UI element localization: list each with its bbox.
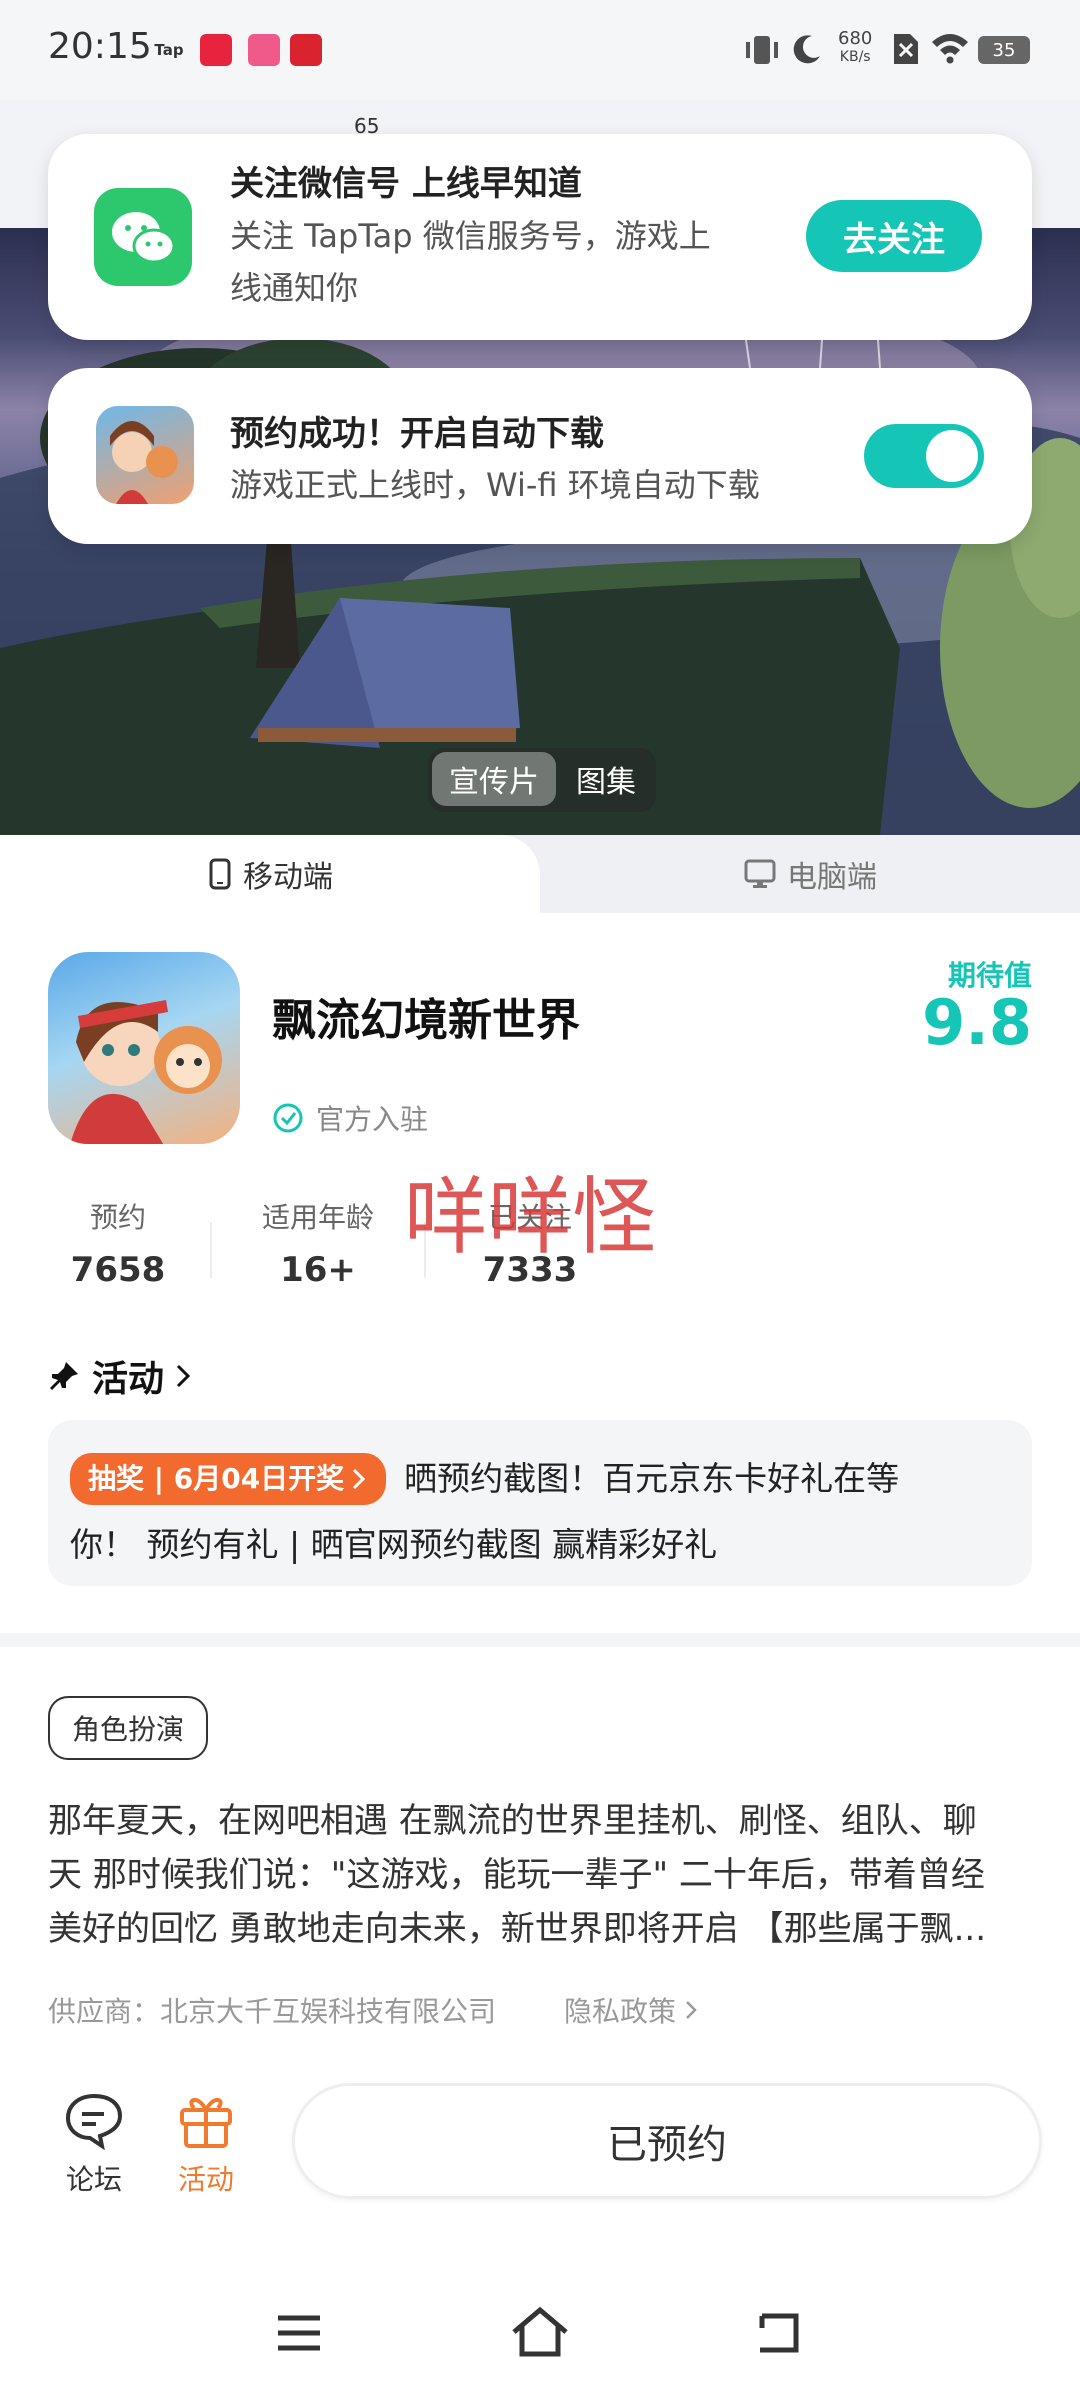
stat-label: 适用年龄 <box>261 1201 374 1234</box>
auto-download-desc: 游戏正式上线时，Wi-fi 环境自动下载 <box>230 466 760 504</box>
auto-download-title: 预约成功！开启自动下载 <box>230 414 604 454</box>
watermark-text: 咩咩怪 <box>404 1168 657 1266</box>
moon-icon <box>793 35 820 64</box>
tab-pc-label: 电脑端 <box>787 860 877 895</box>
game-icon[interactable] <box>48 952 240 1144</box>
home-icon[interactable] <box>510 2306 570 2358</box>
monitor-icon <box>744 859 776 888</box>
activity-tab-label: 活动 <box>177 2163 234 2196</box>
red-app-icon <box>290 34 322 66</box>
xiaohongshu-app-icon <box>200 34 232 66</box>
section-separator <box>0 1633 1080 1647</box>
tab-trailer[interactable]: 宣传片 <box>432 752 556 806</box>
activity-text: 抽奖 | 6月04日开奖 晒预约截图！百元京东卡好礼在等 你！ 预约有礼 | 晒… <box>70 1446 1030 1578</box>
net-speed: 680 KB/s <box>838 28 873 66</box>
wechat-icon <box>94 188 192 286</box>
battery-indicator: 35 <box>978 36 1030 64</box>
wechat-card-desc: 关注 TapTap 微信服务号，游戏上 线通知你 <box>230 217 711 307</box>
status-bar: 20:15 Tap 680 KB/s 35 <box>0 0 1080 100</box>
no-sim-icon <box>894 34 918 64</box>
vibrate-icon <box>746 36 778 64</box>
activity-line1: 晒预约截图！百元京东卡好礼在等 <box>404 1459 900 1498</box>
tap-app-icon: Tap <box>154 41 184 59</box>
wechat-follow-card: 关注微信号 上线早知道 关注 TapTap 微信服务号，游戏上 线通知你 去关注 <box>48 134 1032 340</box>
pin-icon <box>50 1362 78 1390</box>
tab-mobile-label: 移动端 <box>243 860 333 895</box>
supplier-text: 供应商：北京大千互娱科技有限公司 <box>48 1995 497 2028</box>
stat-reservations: 预约 7658 <box>48 1196 188 1290</box>
stat-age: 适用年龄 16+ <box>248 1196 388 1290</box>
chevron-right-icon <box>176 1364 191 1388</box>
menu-icon[interactable] <box>274 2312 324 2354</box>
back-icon[interactable] <box>754 2310 804 2356</box>
auto-download-card: 预约成功！开启自动下载 游戏正式上线时，Wi-fi 环境自动下载 <box>48 368 1032 544</box>
forum-label: 论坛 <box>65 2163 122 2196</box>
wechat-card-title: 关注微信号 上线早知道 <box>230 164 582 204</box>
auto-download-toggle[interactable] <box>864 424 984 488</box>
game-mini-icon <box>96 406 194 504</box>
verified-check-icon <box>273 1103 303 1133</box>
status-time: 20:15 <box>48 26 152 67</box>
tab-pc[interactable]: 电脑端 <box>540 835 1080 913</box>
badge-chevron-icon <box>353 1468 366 1490</box>
privacy-link[interactable]: 隐私政策 <box>564 1990 702 2030</box>
lolita-app-icon <box>248 34 280 66</box>
follow-button[interactable]: 去关注 <box>806 200 982 272</box>
genre-tag[interactable]: 角色扮演 <box>48 1696 209 1760</box>
tab-gallery[interactable]: 图集 <box>560 752 652 806</box>
stat-value: 16+ <box>280 1250 356 1290</box>
stat-divider <box>210 1222 212 1278</box>
verified-badge: 官方入驻 <box>272 1098 428 1138</box>
game-title: 飘流幻境新世界 <box>272 995 580 1046</box>
tab-mobile[interactable]: 移动端 <box>0 835 540 913</box>
stat-label: 预约 <box>89 1201 146 1234</box>
gift-icon <box>180 2098 232 2148</box>
wifi-icon <box>932 34 968 64</box>
forum-button[interactable]: 论坛 <box>56 2090 132 2198</box>
activity-heading-label: 活动 <box>92 1359 165 1400</box>
forum-chat-icon <box>65 2093 123 2151</box>
chevron-right-icon <box>686 2001 697 2019</box>
activity-tab-button[interactable]: 活动 <box>168 2090 244 2198</box>
stat-value: 7658 <box>70 1250 166 1290</box>
activity-line2: 你！ 预约有礼 | 晒官网预约截图 赢精彩好礼 <box>70 1525 718 1564</box>
activity-card[interactable]: 抽奖 | 6月04日开奖 晒预约截图！百元京东卡好礼在等 你！ 预约有礼 | 晒… <box>48 1420 1032 1586</box>
phone-icon <box>209 858 231 890</box>
verified-label: 官方入驻 <box>316 1103 429 1136</box>
toggle-knob <box>926 430 978 482</box>
expect-score: 9.8 <box>922 986 1032 1059</box>
activity-heading[interactable]: 活动 <box>48 1350 196 1402</box>
game-description[interactable]: 那年夏天，在网吧相遇 在飘流的世界里挂机、刷怪、组队、聊 天 那时候我们说："这… <box>48 1794 1032 1956</box>
lottery-badge[interactable]: 抽奖 | 6月04日开奖 <box>70 1453 387 1505</box>
reserved-button[interactable]: 已预约 <box>292 2083 1042 2199</box>
